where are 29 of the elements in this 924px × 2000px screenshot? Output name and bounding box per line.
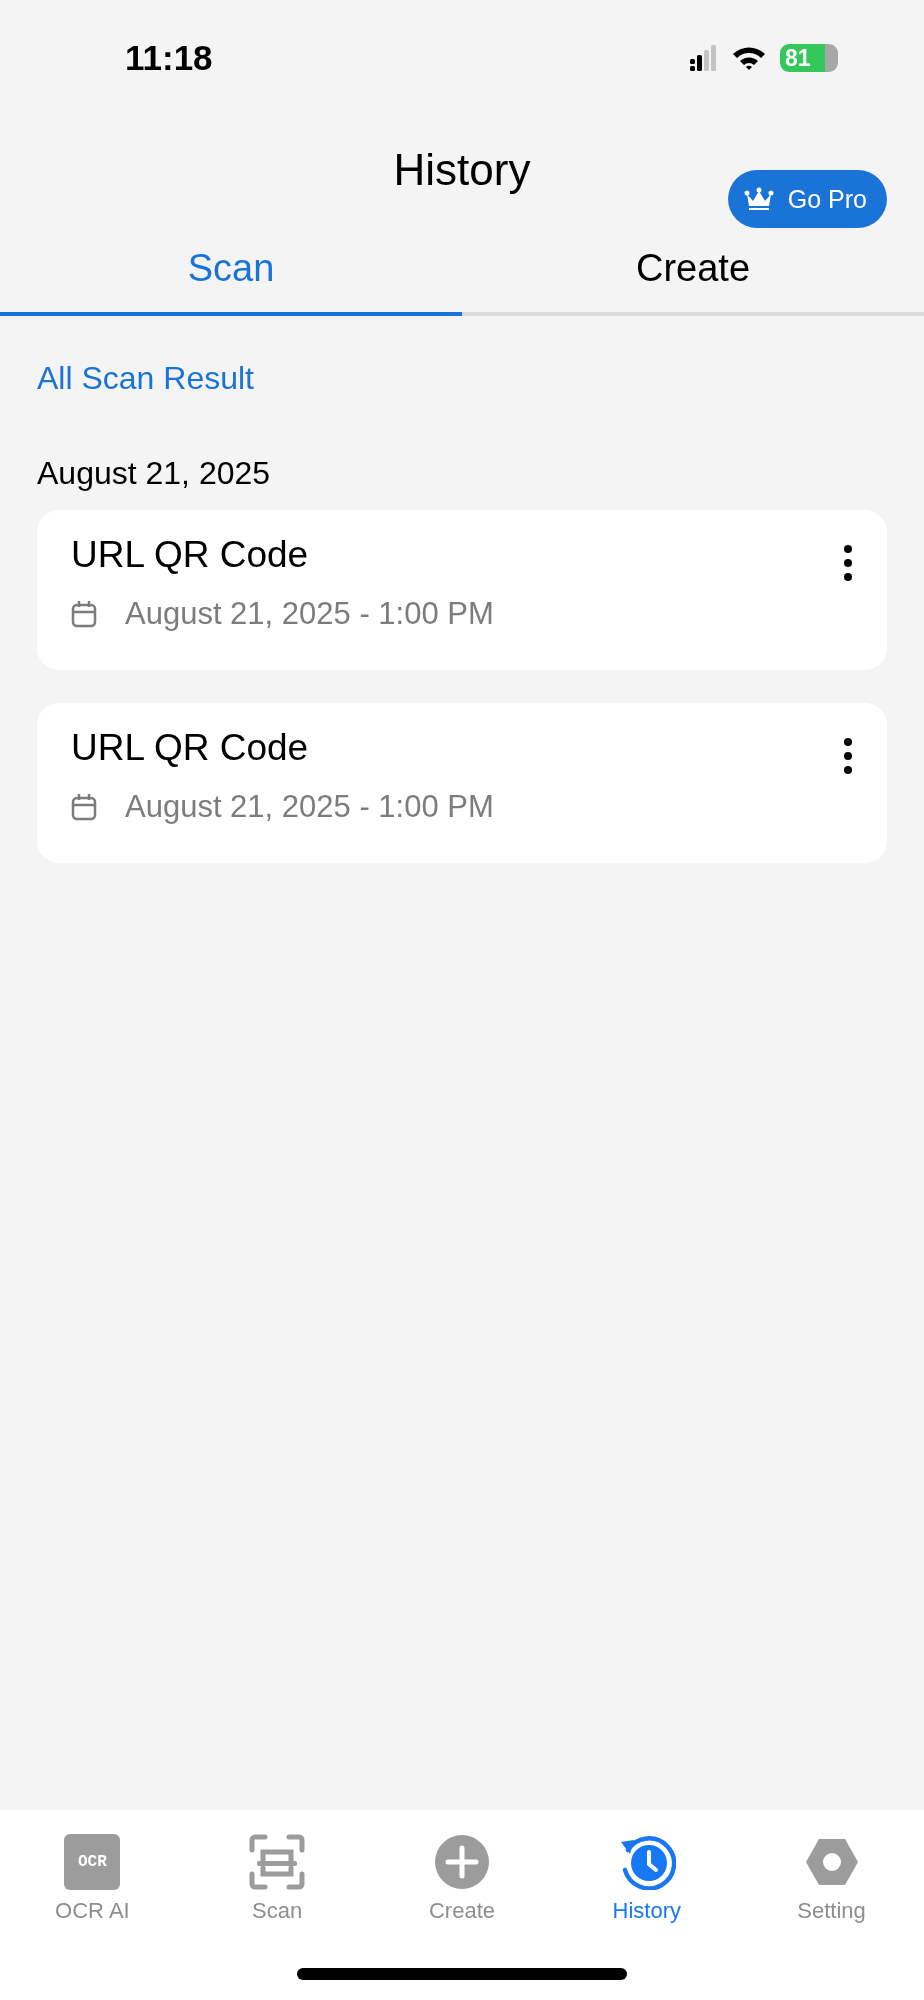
plus-icon	[434, 1834, 490, 1890]
nav-tab[interactable]: Setting	[739, 1834, 924, 1924]
nav-tab[interactable]: OCR OCR AI	[0, 1834, 185, 1924]
item-timestamp: August 21, 2025 - 1:00 PM	[125, 789, 494, 825]
all-scan-result-link[interactable]: All Scan Result	[37, 360, 254, 397]
item-timestamp: August 21, 2025 - 1:00 PM	[125, 596, 494, 632]
scan-icon	[249, 1834, 306, 1890]
item-title: URL QR Code	[71, 534, 310, 576]
wifi-icon	[732, 46, 766, 70]
signal-icon	[690, 45, 718, 71]
history-card[interactable]: URL QR Code August 21, 2025 - 1:00 PM	[37, 510, 887, 670]
status-time: 11:18	[125, 38, 213, 78]
date-heading: August 21, 2025	[37, 455, 272, 492]
ocr-icon: OCR	[64, 1834, 121, 1890]
nav-tab[interactable]: History	[554, 1834, 740, 1924]
item-title: URL QR Code	[71, 727, 310, 769]
tab[interactable]: Scan	[0, 230, 462, 316]
page-title: History	[393, 145, 531, 195]
nav-tab[interactable]: Scan	[184, 1834, 370, 1924]
calendar-icon	[71, 793, 97, 821]
go-pro-button[interactable]: Go Pro	[727, 170, 887, 228]
history-card[interactable]: URL QR Code August 21, 2025 - 1:00 PM	[37, 703, 887, 863]
crown-icon	[743, 186, 774, 212]
tab[interactable]: Create	[462, 230, 924, 316]
more-icon[interactable]	[843, 544, 853, 582]
more-icon[interactable]	[843, 737, 853, 775]
calendar-icon	[71, 600, 97, 628]
nav-tab[interactable]: Create	[369, 1834, 555, 1924]
battery-icon: 81	[780, 44, 838, 72]
